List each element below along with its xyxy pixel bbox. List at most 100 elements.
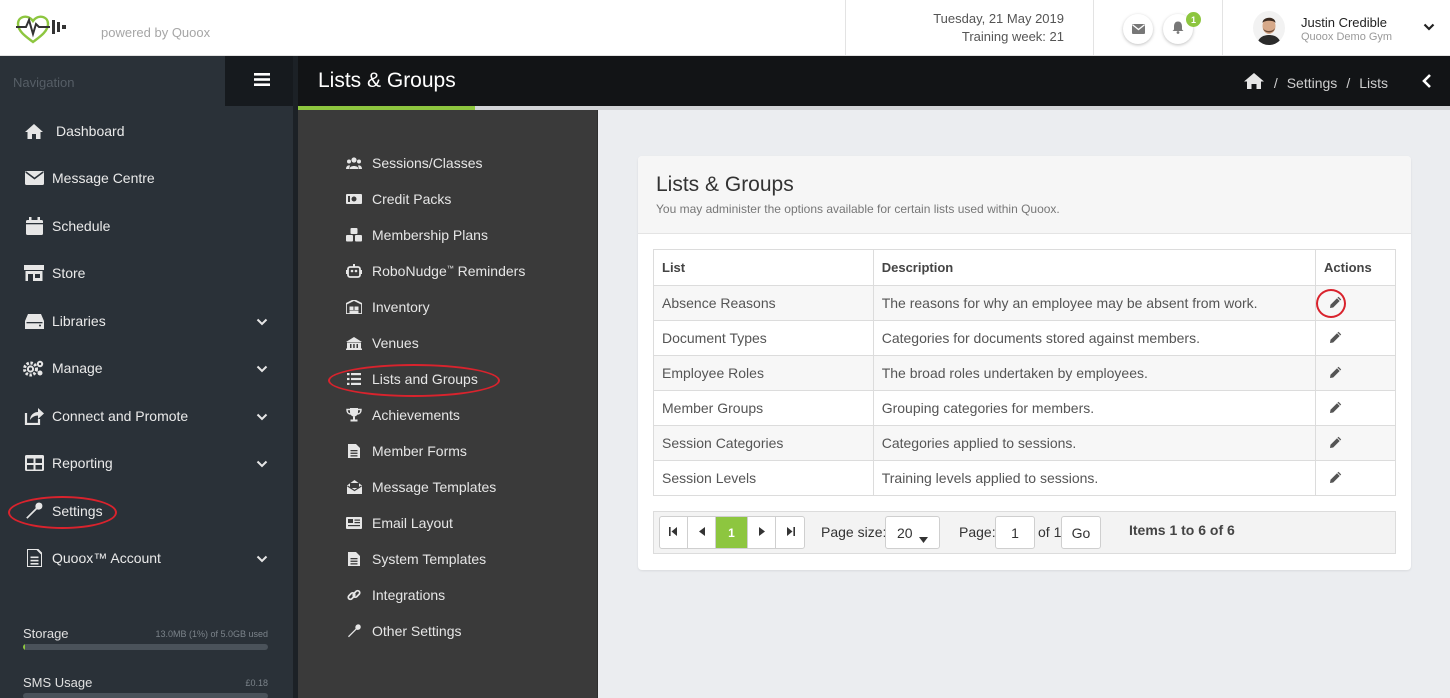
settings-item-member-forms[interactable]: Member Forms bbox=[298, 433, 598, 469]
chevron-down-icon bbox=[256, 408, 268, 424]
quoox-logo[interactable] bbox=[14, 10, 68, 44]
sidebar-item-connect-and-promote[interactable]: Connect and Promote bbox=[0, 393, 293, 439]
breadcrumb-settings[interactable]: Settings bbox=[1287, 75, 1338, 91]
sms-usage-label: SMS Usage bbox=[23, 675, 93, 690]
sidebar-item-reporting[interactable]: Reporting bbox=[0, 440, 293, 486]
trophy-icon bbox=[346, 407, 362, 423]
sidebar-item-label: Schedule bbox=[52, 218, 111, 234]
table-row[interactable]: Absence Reasons The reasons for why an e… bbox=[653, 285, 1396, 321]
menu-toggle-button[interactable] bbox=[225, 56, 298, 106]
description-cell: Categories applied to sessions. bbox=[872, 425, 1317, 461]
settings-item-integrations[interactable]: Integrations bbox=[298, 577, 598, 613]
warehouse-icon bbox=[346, 299, 362, 315]
sidebar-item-label: Message Centre bbox=[52, 170, 155, 186]
sidebar-item-libraries[interactable]: Libraries bbox=[0, 298, 293, 344]
settings-item-label: System Templates bbox=[372, 551, 487, 567]
chevron-down-icon bbox=[256, 313, 268, 329]
settings-item-label: Email Layout bbox=[372, 515, 453, 531]
wrench-icon bbox=[346, 623, 362, 639]
robonudge-name: RoboNudge bbox=[372, 263, 447, 279]
sidebar-item-quoox-account[interactable]: Quoox™ Account bbox=[0, 535, 293, 581]
settings-item-membership-plans[interactable]: Membership Plans bbox=[298, 217, 598, 253]
sms-usage-value: £0.18 bbox=[245, 678, 268, 688]
first-page-button[interactable] bbox=[660, 517, 688, 548]
actions-cell bbox=[1315, 425, 1396, 461]
lists-highlight-ring bbox=[328, 364, 500, 397]
caret-down-icon bbox=[919, 530, 928, 546]
current-page-button[interactable]: 1 bbox=[716, 517, 748, 548]
actions-cell bbox=[1315, 355, 1396, 391]
edit-pencil-icon[interactable] bbox=[1329, 471, 1342, 487]
go-button[interactable]: Go bbox=[1061, 516, 1101, 549]
page-size-label: Page size: bbox=[821, 524, 887, 540]
settings-item-label: Inventory bbox=[372, 299, 430, 315]
settings-item-venues[interactable]: Venues bbox=[298, 325, 598, 361]
sidebar-item-dashboard[interactable]: Dashboard bbox=[0, 108, 293, 154]
navigation-label: Navigation bbox=[13, 75, 75, 90]
storage-progress-bar bbox=[23, 644, 268, 650]
home-icon[interactable] bbox=[1243, 72, 1265, 93]
table-row[interactable]: Session Levels Training levels applied t… bbox=[653, 460, 1396, 496]
settings-item-other-settings[interactable]: Other Settings bbox=[298, 613, 598, 649]
money-icon bbox=[346, 191, 362, 207]
edit-pencil-icon[interactable] bbox=[1329, 401, 1342, 417]
settings-highlight-ring bbox=[8, 496, 117, 529]
sidebar-item-label: Dashboard bbox=[56, 123, 125, 139]
sidebar-item-store[interactable]: Store bbox=[0, 250, 293, 296]
edit-pencil-icon[interactable] bbox=[1329, 366, 1342, 382]
settings-menu: Sessions/Classes Credit Packs Membership… bbox=[298, 110, 598, 698]
table-row[interactable]: Employee Roles The broad roles undertake… bbox=[653, 355, 1396, 391]
settings-item-system-templates[interactable]: System Templates bbox=[298, 541, 598, 577]
edit-pencil-icon[interactable] bbox=[1329, 331, 1342, 347]
edit-pencil-icon[interactable] bbox=[1329, 436, 1342, 452]
breadcrumb: / Settings / Lists bbox=[1243, 72, 1388, 93]
robonudge-suffix: Reminders bbox=[453, 263, 526, 279]
messages-button[interactable] bbox=[1123, 14, 1153, 44]
sidebar-item-message-centre[interactable]: Message Centre bbox=[0, 155, 293, 201]
settings-item-achievements[interactable]: Achievements bbox=[298, 397, 598, 433]
lists-table: List Description Actions Absence Reasons… bbox=[653, 249, 1396, 496]
powered-by-text: powered by Quoox bbox=[101, 25, 211, 40]
settings-item-message-templates[interactable]: Message Templates bbox=[298, 469, 598, 505]
column-header-actions: Actions bbox=[1315, 249, 1396, 286]
previous-page-button[interactable] bbox=[688, 517, 716, 548]
table-row[interactable]: Session Categories Categories applied to… bbox=[653, 425, 1396, 461]
description-cell: Training levels applied to sessions. bbox=[872, 460, 1317, 496]
card-header: Lists & Groups You may administer the op… bbox=[638, 156, 1411, 234]
settings-item-sessions-classes[interactable]: Sessions/Classes bbox=[298, 145, 598, 181]
settings-item-robonudge-reminders[interactable]: RoboNudge™ Reminders bbox=[298, 253, 598, 289]
settings-item-email-layout[interactable]: Email Layout bbox=[298, 505, 598, 541]
actions-cell bbox=[1315, 460, 1396, 496]
description-cell: Categories for documents stored against … bbox=[872, 320, 1317, 356]
settings-item-credit-packs[interactable]: Credit Packs bbox=[298, 181, 598, 217]
last-page-button[interactable] bbox=[776, 517, 804, 548]
sidebar-item-label: Manage bbox=[52, 360, 103, 376]
sidebar-item-label: Quoox™ Account bbox=[52, 550, 161, 566]
column-header-list[interactable]: List bbox=[653, 249, 874, 286]
table-row[interactable]: Document Types Categories for documents … bbox=[653, 320, 1396, 356]
table-row[interactable]: Member Groups Grouping categories for me… bbox=[653, 390, 1396, 426]
calendar-icon bbox=[23, 215, 45, 237]
sidebar-item-manage[interactable]: Manage bbox=[0, 345, 293, 391]
user-menu[interactable]: Justin Credible Quoox Demo Gym bbox=[1222, 0, 1450, 56]
document-icon bbox=[23, 547, 45, 569]
file-text-icon bbox=[346, 551, 362, 567]
users-icon bbox=[346, 155, 362, 171]
column-header-description[interactable]: Description bbox=[872, 249, 1317, 286]
envelope-open-icon bbox=[346, 479, 362, 495]
file-text-icon bbox=[346, 443, 362, 459]
breadcrumb-lists: Lists bbox=[1359, 74, 1388, 91]
sidebar-item-label: Reporting bbox=[52, 455, 113, 471]
first-page-icon bbox=[669, 526, 678, 539]
page-number-input[interactable] bbox=[995, 516, 1035, 549]
items-info: Items 1 to 6 of 6 bbox=[1129, 522, 1235, 538]
settings-item-inventory[interactable]: Inventory bbox=[298, 289, 598, 325]
caret-right-icon bbox=[758, 526, 765, 539]
sidebar-item-schedule[interactable]: Schedule bbox=[0, 203, 293, 249]
next-page-button[interactable] bbox=[748, 517, 776, 548]
page-size-select[interactable]: 20 bbox=[885, 516, 940, 549]
sidebar: Navigation Dashboard Message Centre Sche… bbox=[0, 56, 298, 698]
chevron-down-icon[interactable] bbox=[1423, 18, 1435, 34]
chevron-left-icon[interactable] bbox=[1422, 73, 1432, 92]
table-header-row: List Description Actions bbox=[653, 249, 1396, 286]
